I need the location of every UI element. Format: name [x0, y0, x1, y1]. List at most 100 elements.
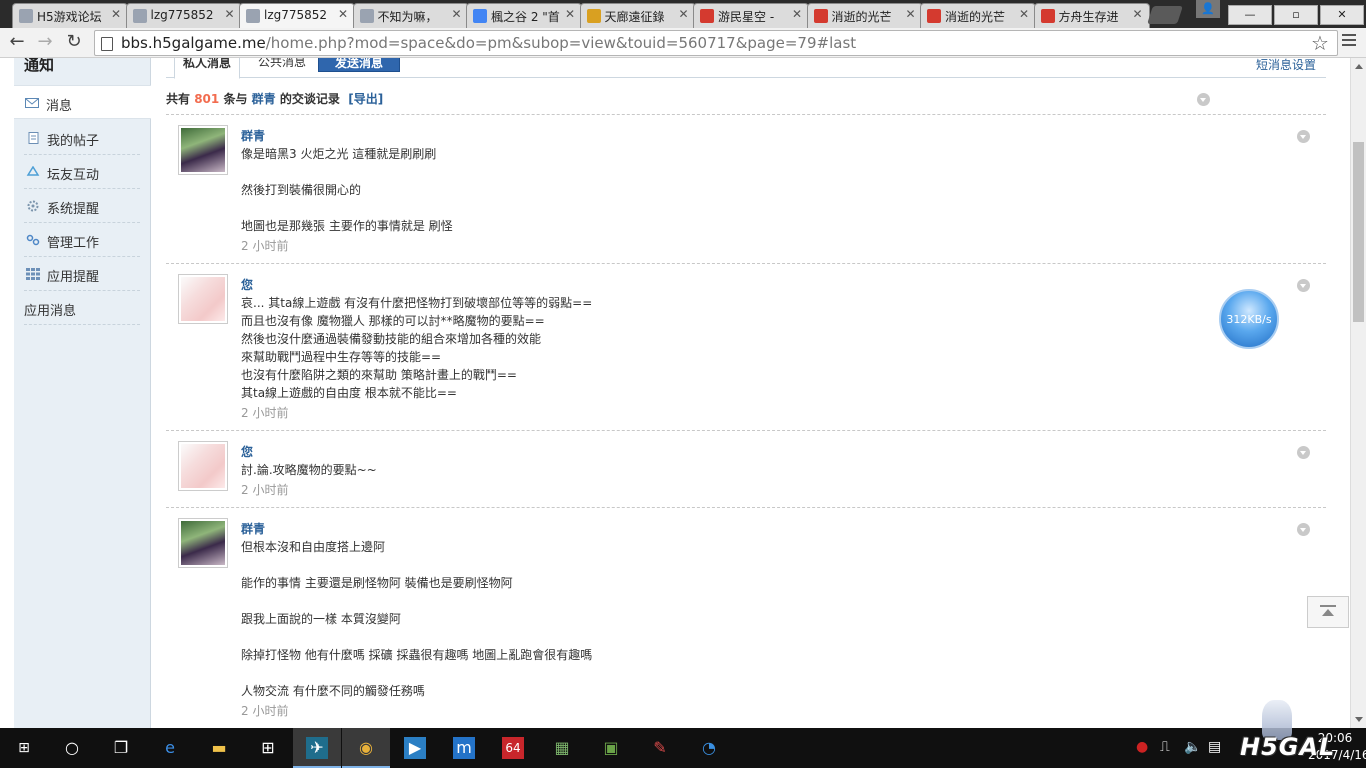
browser-tab[interactable]: H5游戏论坛 ✕ [12, 3, 128, 28]
sidebar-item-label: 应用提醒 [47, 270, 100, 285]
taskbar-app-button[interactable]: m [440, 728, 488, 768]
tab-close-icon[interactable]: ✕ [905, 7, 915, 21]
network-icon[interactable]: ⎍ [1160, 739, 1170, 755]
tab-favicon-icon [1040, 9, 1055, 23]
volume-icon[interactable]: 🔈 [1184, 739, 1201, 755]
reload-icon[interactable]: ↻ [63, 32, 85, 54]
minimize-button[interactable]: — [1228, 5, 1272, 25]
gear-icon [26, 200, 40, 212]
taskbar-app-button[interactable]: ▦ [538, 728, 586, 768]
close-window-button[interactable]: ✕ [1320, 5, 1364, 25]
back-icon[interactable]: ← [6, 32, 28, 54]
collapse-all-icon[interactable] [1197, 93, 1210, 106]
taskbar-app-button[interactable]: 64 [489, 728, 537, 768]
message-author[interactable]: 群青 [241, 520, 265, 537]
taskbar-app-button[interactable]: e [146, 728, 194, 768]
tab-close-icon[interactable]: ✕ [1019, 7, 1029, 21]
taskbar-app-button[interactable]: ◔ [685, 728, 733, 768]
taskbar-app-button[interactable]: ▣ [587, 728, 635, 768]
sidebar-item[interactable]: 管理工作 [24, 223, 140, 257]
browser-tab[interactable]: 消逝的光芒 ✕ [806, 3, 923, 28]
message-count: 801 [194, 92, 220, 106]
link-icon [26, 234, 40, 246]
browser-tab[interactable]: 方舟生存进 ✕ [1033, 3, 1150, 28]
avatar[interactable] [178, 518, 228, 568]
page-scrollbar[interactable] [1350, 58, 1366, 728]
bookmark-star-icon[interactable]: ☆ [1311, 31, 1329, 55]
send-message-button[interactable]: 发送消息 [318, 58, 400, 72]
tab-close-icon[interactable]: ✕ [224, 7, 234, 21]
message-options-icon[interactable] [1297, 523, 1310, 536]
app-m-icon: m [453, 737, 475, 759]
avatar[interactable] [178, 125, 228, 175]
sidebar-item[interactable]: 应用提醒 [24, 257, 140, 291]
message-author[interactable]: 群青 [241, 127, 265, 144]
taskbar-app-button[interactable]: ❐ [97, 728, 145, 768]
start-button[interactable]: ⊞ [0, 728, 48, 768]
tab-close-icon[interactable]: ✕ [338, 7, 348, 21]
tab-title: lzg775852 [264, 8, 328, 22]
browser-tab[interactable]: 不知为嘛， ✕ [352, 3, 469, 28]
sidebar-item[interactable]: 我的帖子 [24, 121, 140, 155]
message-settings-link[interactable]: 短消息设置 [1256, 58, 1316, 73]
maximize-button[interactable]: ▫ [1274, 5, 1318, 25]
message-line: 其ta線上遊戲的自由度 根本就不能比== [241, 386, 457, 400]
taskbar-app-button[interactable]: ◉ [342, 728, 390, 768]
scroll-up-icon[interactable] [1355, 64, 1363, 69]
url-text[interactable]: bbs.h5galgame.me/home.php?mod=space&do=p… [121, 34, 856, 52]
taskbar-app-button[interactable]: ○ [48, 728, 96, 768]
browser-tab[interactable]: lzg775852 ✕ [125, 3, 242, 28]
network-speed-widget[interactable]: 312KB/s [1219, 289, 1279, 349]
browser-tab[interactable]: 游民星空 - ✕ [693, 3, 809, 28]
message-options-icon[interactable] [1297, 279, 1310, 292]
tab-close-icon[interactable]: ✕ [111, 7, 121, 21]
taskbar-app-button[interactable]: ⊞ [244, 728, 292, 768]
tab-favicon-icon [586, 9, 601, 23]
new-tab-button[interactable] [1147, 6, 1183, 24]
message-item: 群青 但根本沒和自由度搭上邊阿 能作的事情 主要還是刷怪物阿 裝備也是要刷怪物阿 跟我… [166, 507, 1326, 728]
tab-private-messages[interactable]: 私人消息 [174, 58, 241, 79]
message-timestamp: 2 小时前 [241, 704, 289, 718]
scroll-down-icon[interactable] [1355, 717, 1363, 722]
message-author[interactable]: 您 [241, 276, 253, 293]
avatar[interactable] [178, 441, 228, 491]
message-line [241, 556, 1141, 574]
conversation-user-link[interactable]: 群青 [252, 92, 276, 106]
taskbar-app-button[interactable]: ✈ [293, 728, 341, 768]
tab-public-messages[interactable]: 公共消息 [250, 58, 314, 74]
tab-favicon-icon [359, 9, 374, 23]
message-timestamp: 2 小时前 [241, 239, 289, 253]
avatar[interactable] [178, 274, 228, 324]
export-link[interactable]: [导出] [348, 92, 383, 106]
browser-tab[interactable]: 楓之谷 2 "首 ✕ [466, 3, 582, 28]
browser-tab[interactable]: 消逝的光芒 ✕ [920, 3, 1036, 28]
message-options-icon[interactable] [1297, 446, 1310, 459]
tab-close-icon[interactable]: ✕ [792, 7, 802, 21]
browser-menu-icon[interactable] [1342, 34, 1356, 49]
scroll-thumb[interactable] [1353, 142, 1364, 322]
browser-tab[interactable]: 天廊遠征錄 ✕ [579, 3, 696, 28]
search-icon: ○ [65, 738, 79, 757]
sidebar-item[interactable]: 消息 [14, 85, 151, 119]
taskbar-app-button[interactable]: ✎ [636, 728, 684, 768]
user-profile-button[interactable]: 👤 [1196, 0, 1220, 18]
message-line [241, 163, 1141, 181]
back-to-top-button[interactable] [1307, 596, 1349, 628]
sidebar-item[interactable]: 坛友互动 [24, 155, 140, 189]
tray-record-icon[interactable]: ● [1136, 739, 1148, 755]
sidebar-item[interactable]: 系统提醒 [24, 189, 140, 223]
forward-icon[interactable]: → [34, 32, 56, 54]
tab-close-icon[interactable]: ✕ [565, 7, 575, 21]
sidebar-item[interactable]: 应用消息 [24, 291, 140, 325]
message-options-icon[interactable] [1297, 130, 1310, 143]
browser-tab[interactable]: lzg775852 ✕ [239, 3, 355, 29]
message-author[interactable]: 您 [241, 443, 253, 460]
tab-close-icon[interactable]: ✕ [678, 7, 688, 21]
address-bar[interactable]: bbs.h5galgame.me/home.php?mod=space&do=p… [94, 30, 1338, 56]
sidebar-item-label: 管理工作 [47, 236, 100, 251]
tab-close-icon[interactable]: ✕ [1132, 7, 1142, 21]
tab-close-icon[interactable]: ✕ [451, 7, 461, 21]
notifications-icon[interactable]: ▤ [1208, 739, 1221, 755]
taskbar-app-button[interactable]: ▶ [391, 728, 439, 768]
taskbar-app-button[interactable]: ▬ [195, 728, 243, 768]
